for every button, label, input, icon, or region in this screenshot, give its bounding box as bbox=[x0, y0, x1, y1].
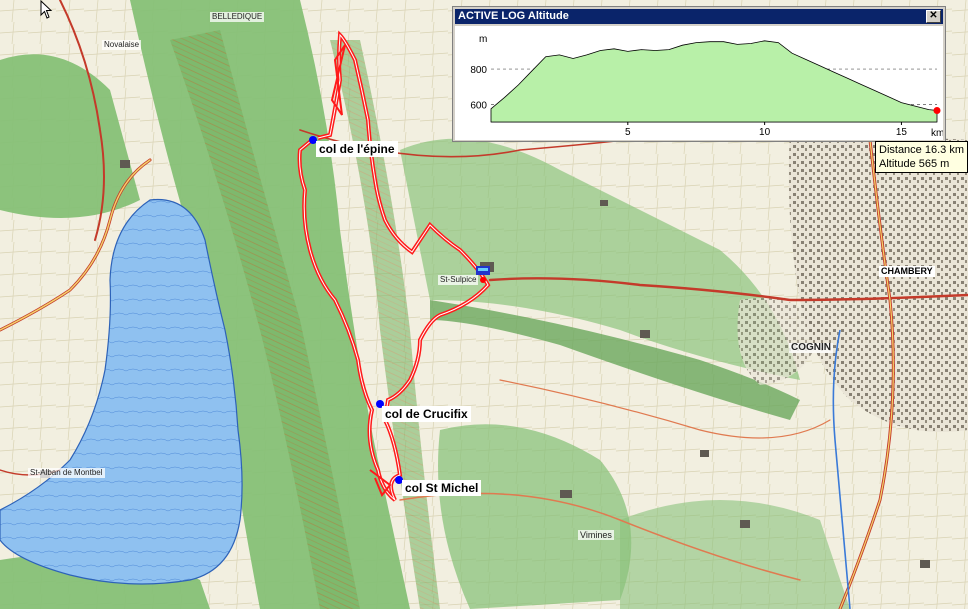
x-tick-label: 5 bbox=[625, 127, 631, 138]
place-label-chambery: CHAMBERY bbox=[879, 266, 935, 277]
y-axis-unit: m bbox=[479, 34, 487, 45]
altitude-window-title: ACTIVE LOG Altitude bbox=[458, 10, 569, 22]
y-tick-label: 600 bbox=[470, 100, 487, 111]
x-axis-unit: km bbox=[931, 128, 943, 139]
altitude-profile-window[interactable]: ACTIVE LOG Altitude ✕ m km 800 600 5 10 15 bbox=[452, 6, 946, 142]
close-icon[interactable]: ✕ bbox=[926, 10, 941, 23]
place-label-st-alban: St-Alban de Montbel bbox=[28, 468, 105, 478]
readout-altitude: Altitude 565 m bbox=[879, 158, 950, 170]
place-label-belledique: BELLEDIQUE bbox=[210, 12, 265, 22]
mouse-cursor-icon bbox=[40, 0, 53, 19]
x-tick-label: 10 bbox=[759, 127, 771, 138]
place-label-vimines: Vimines bbox=[578, 530, 614, 540]
waypoint-label-col-epine[interactable]: col de l'épine bbox=[316, 141, 398, 157]
position-readout: Distance 16.3 km Altitude 565 m bbox=[875, 141, 968, 173]
place-label-st-sulpice: St-Sulpice bbox=[438, 275, 479, 285]
x-tick-label: 15 bbox=[896, 127, 908, 138]
waypoint-label-col-st-michel[interactable]: col St Michel bbox=[402, 480, 482, 496]
waypoint-label-col-crucifix[interactable]: col de Crucifix bbox=[382, 406, 471, 422]
altitude-chart[interactable]: m km 800 600 5 10 15 bbox=[455, 26, 943, 140]
place-label-novalaise: Novalaise bbox=[102, 40, 142, 50]
altitude-window-title-bar[interactable]: ACTIVE LOG Altitude ✕ bbox=[455, 9, 943, 24]
current-position-dot bbox=[933, 107, 941, 115]
y-tick-label: 800 bbox=[470, 65, 487, 76]
place-label-cognin: COGNIN bbox=[789, 342, 833, 353]
readout-distance: Distance 16.3 km bbox=[879, 144, 964, 156]
